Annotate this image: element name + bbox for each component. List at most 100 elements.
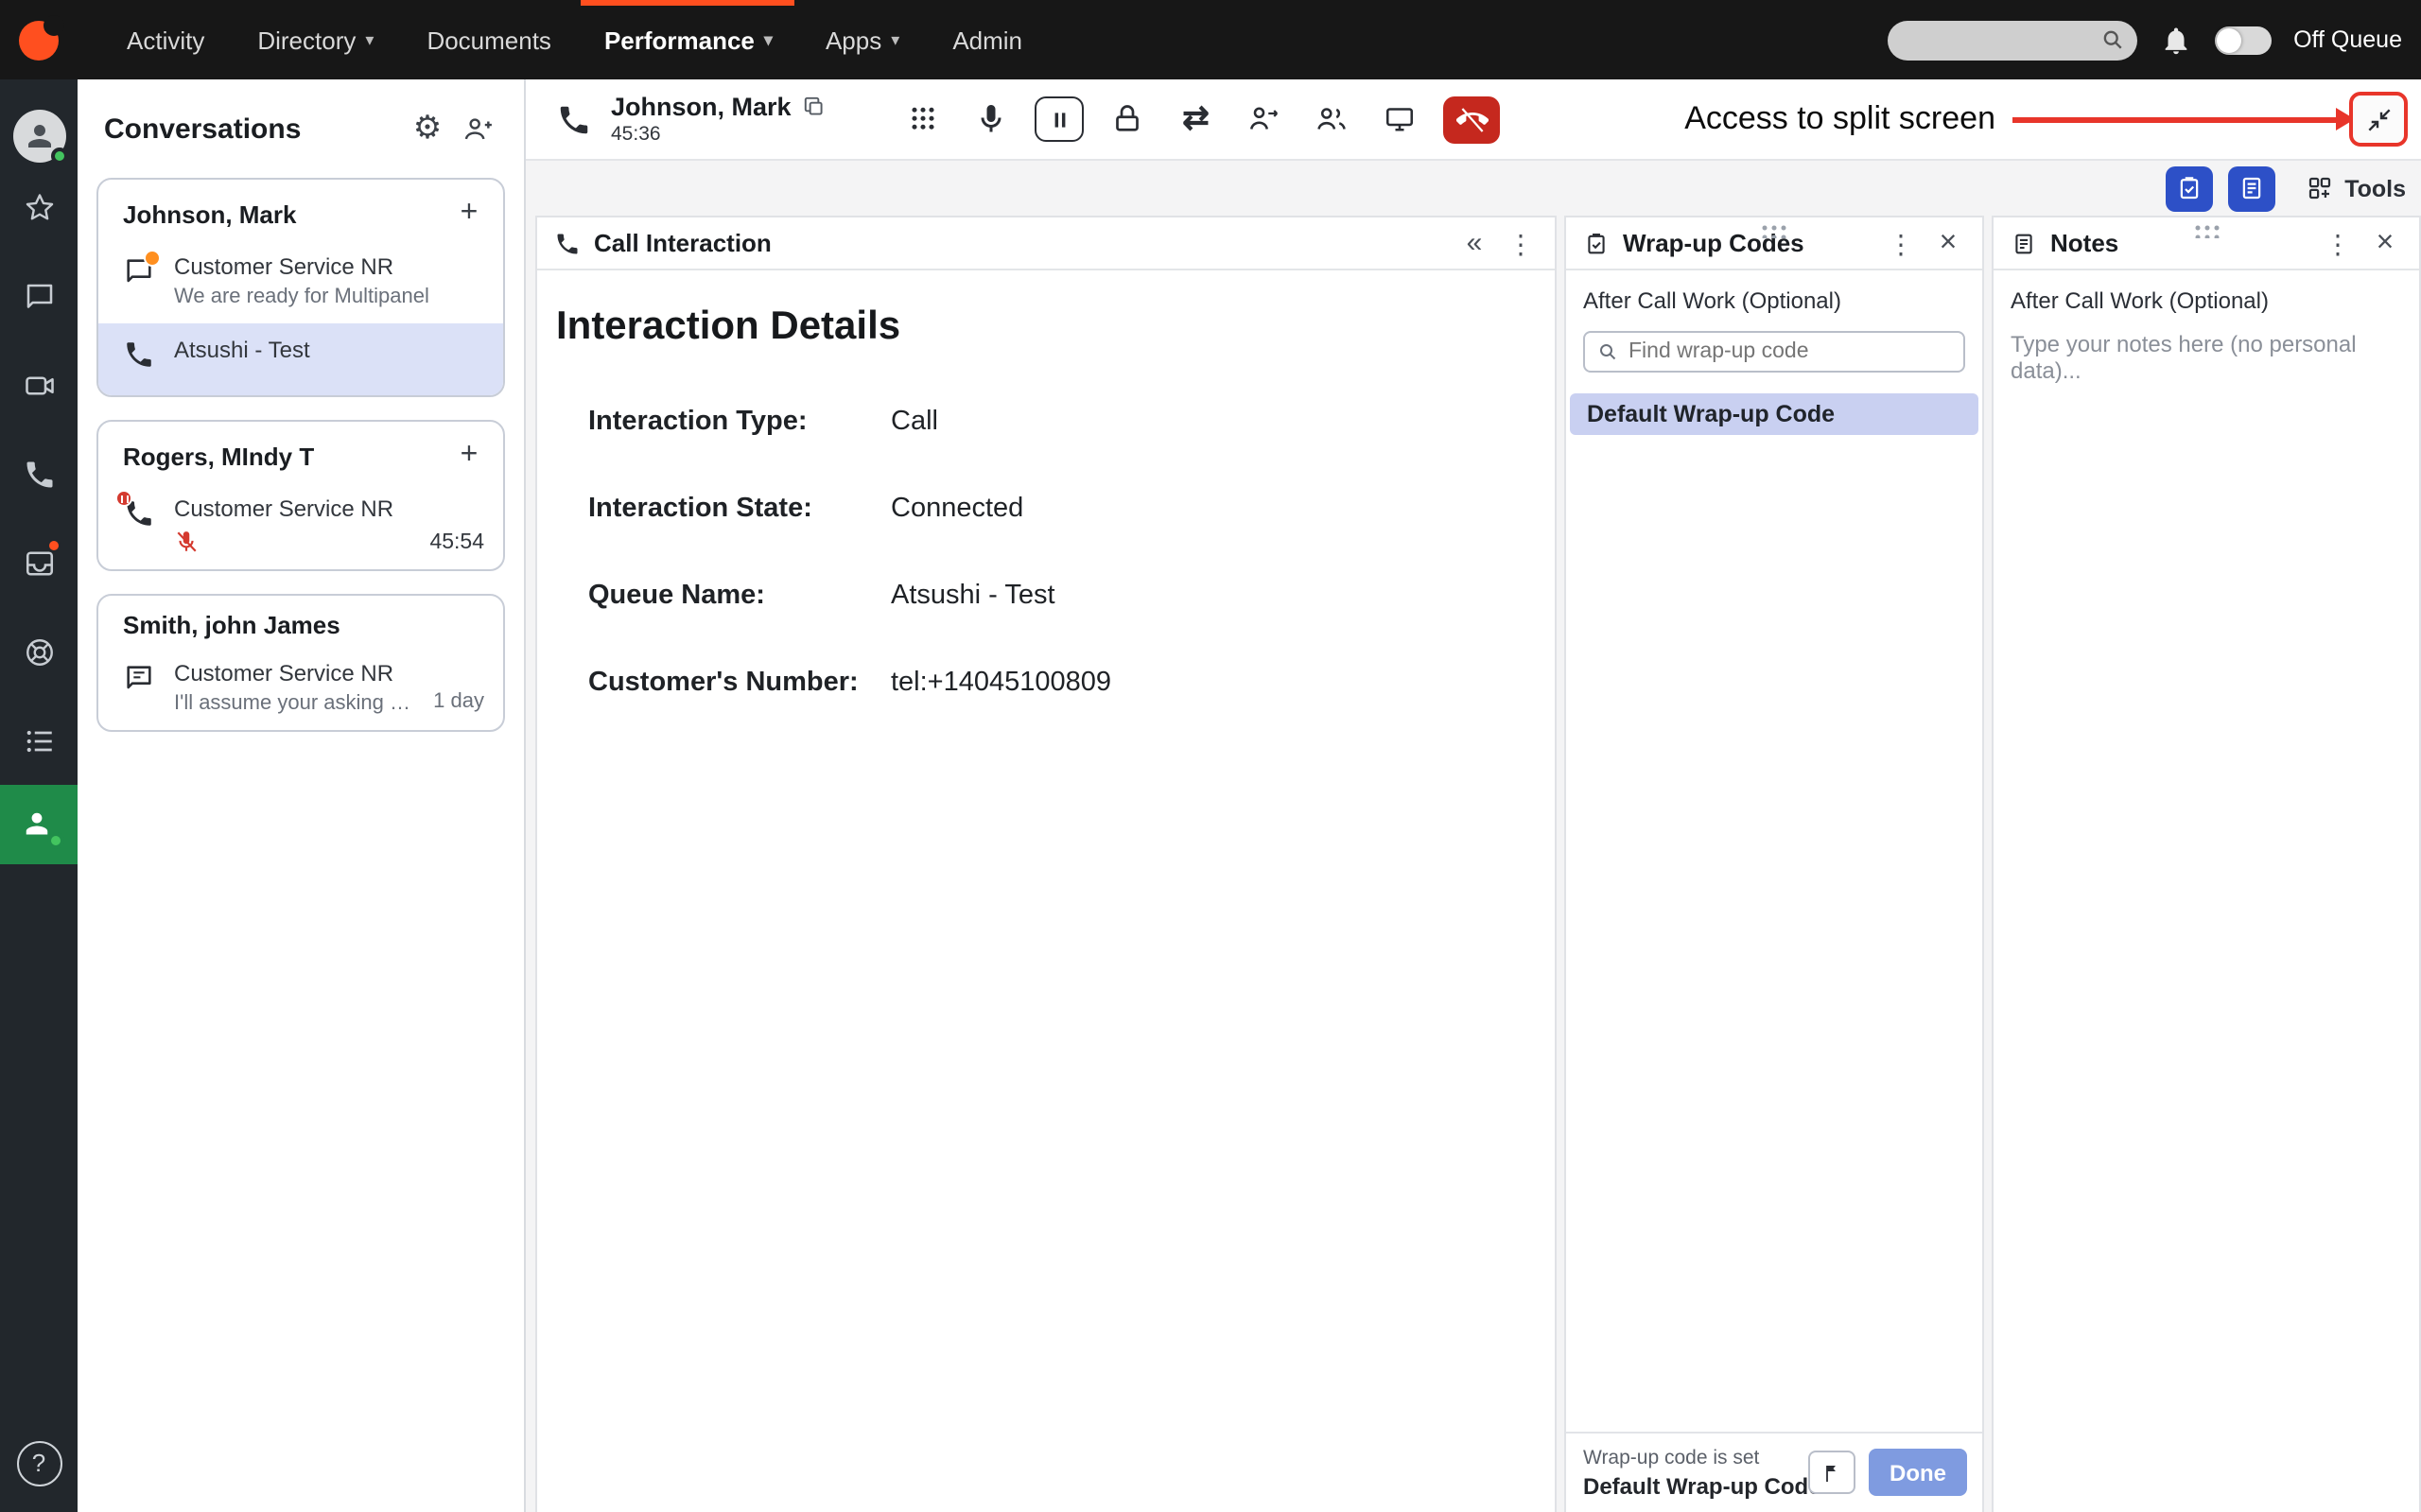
monitor-icon xyxy=(1384,102,1418,136)
rail-calls-button[interactable] xyxy=(0,429,78,518)
conversations-title: Conversations xyxy=(104,113,403,145)
message-icon xyxy=(123,255,155,297)
wrapup-search-input[interactable] xyxy=(1629,340,1952,363)
kebab-menu-icon[interactable]: ⋮ xyxy=(1884,224,1918,262)
rail-inbox-button[interactable] xyxy=(0,518,78,607)
conversation-card-smith: Smith, john James Customer Service NR I'… xyxy=(96,594,505,732)
call-control-bar: Johnson, Mark 45:36 xyxy=(526,79,2421,161)
panels-container: Call Interaction « ⋮ Interaction Details… xyxy=(526,216,2421,1512)
field-value: Call xyxy=(891,407,1536,437)
mute-button[interactable] xyxy=(967,95,1017,144)
video-icon xyxy=(22,368,56,402)
field-value: Atsushi - Test xyxy=(891,581,1536,611)
star-icon xyxy=(22,190,56,224)
interaction-details-body: Interaction Details Interaction Type: Ca… xyxy=(537,270,1555,698)
field-label: Interaction State: xyxy=(588,494,891,524)
add-person-icon[interactable] xyxy=(452,106,501,151)
add-interaction-button[interactable]: + xyxy=(450,195,488,233)
screen-share-button[interactable] xyxy=(1376,95,1425,144)
interaction-row-message[interactable]: Customer Service NR We are ready for Mul… xyxy=(98,240,503,323)
phone-icon xyxy=(22,457,56,491)
split-screen-button[interactable] xyxy=(2349,92,2408,147)
caller-name: Johnson, Mark xyxy=(611,93,792,121)
clipboard-check-icon xyxy=(2174,174,2203,202)
wrapup-search[interactable] xyxy=(1583,331,1965,373)
field-value: tel:+14045100809 xyxy=(891,668,1536,698)
nav-directory[interactable]: Directory▾ xyxy=(231,0,400,79)
interaction-details-heading: Interaction Details xyxy=(556,304,1536,350)
nav-activity-label: Activity xyxy=(127,26,204,54)
done-button[interactable]: Done xyxy=(1869,1449,1967,1496)
notifications-bell-icon[interactable] xyxy=(2159,24,2191,56)
user-avatar[interactable] xyxy=(12,110,65,163)
panel-title: Wrap-up Codes xyxy=(1623,229,1871,257)
close-icon[interactable]: × xyxy=(1931,224,1965,262)
nav-documents[interactable]: Documents xyxy=(400,0,578,79)
field-label: Queue Name: xyxy=(588,581,891,611)
conversation-name: Rogers, MIndy T xyxy=(123,442,450,470)
queue-status-toggle[interactable] xyxy=(2214,26,2271,54)
rail-support-button[interactable] xyxy=(0,607,78,696)
annotation-arrow xyxy=(2012,116,2338,122)
rail-queues-button[interactable] xyxy=(0,696,78,785)
secure-pause-button[interactable] xyxy=(1104,95,1153,144)
interaction-row-call-held[interactable]: Customer Service NR 45:54 xyxy=(98,482,503,569)
nav-admin[interactable]: Admin xyxy=(926,0,1049,79)
global-search-input[interactable] xyxy=(1909,26,2099,53)
rail-interactions-button[interactable] xyxy=(0,785,78,864)
person-arrows-icon xyxy=(1247,102,1281,136)
microphone-icon xyxy=(975,102,1009,136)
wrapup-codes-toggle-button[interactable] xyxy=(2165,165,2212,211)
flag-button[interactable] xyxy=(1808,1451,1855,1494)
copy-icon[interactable] xyxy=(803,95,827,119)
drag-handle-icon[interactable] xyxy=(2192,223,2221,238)
wrapup-selected-code: Default Wrap-up Code xyxy=(1583,1472,1795,1499)
wrapup-option-selected[interactable]: Default Wrap-up Code xyxy=(1570,393,1978,435)
after-call-work-label: After Call Work (Optional) xyxy=(2011,287,2402,314)
conversations-panel: Conversations ⚙ Johnson, Mark + Customer… xyxy=(78,79,526,1512)
kebab-menu-icon[interactable]: ⋮ xyxy=(2321,224,2355,262)
close-icon[interactable]: × xyxy=(2368,224,2402,262)
collapse-arrows-icon xyxy=(2363,104,2394,134)
chevron-down-icon: ▾ xyxy=(764,29,773,50)
flag-icon xyxy=(1820,1461,1843,1484)
kebab-menu-icon[interactable]: ⋮ xyxy=(1504,224,1538,262)
hold-button[interactable] xyxy=(1036,96,1085,142)
notes-toggle-button[interactable] xyxy=(2227,165,2274,211)
add-interaction-button[interactable]: + xyxy=(450,437,488,475)
message-icon xyxy=(123,662,155,704)
transfer-button[interactable]: ⇄ xyxy=(1172,95,1221,144)
field-value: Connected xyxy=(891,494,1536,524)
end-call-button[interactable] xyxy=(1444,96,1501,143)
help-button[interactable]: ? xyxy=(16,1440,61,1486)
nav-activity[interactable]: Activity xyxy=(100,0,231,79)
chevron-down-icon: ▾ xyxy=(365,29,374,50)
queue-name: Customer Service NR xyxy=(174,253,484,280)
rail-chat-button[interactable] xyxy=(0,252,78,340)
interaction-row-message[interactable]: Customer Service NR I'll assume your ask… xyxy=(98,647,503,730)
drag-handle-icon[interactable] xyxy=(1760,223,1788,238)
call-interaction-panel: Call Interaction « ⋮ Interaction Details… xyxy=(535,216,1557,1512)
conference-button[interactable] xyxy=(1308,95,1357,144)
annotation-text: Access to split screen xyxy=(1684,100,1995,138)
transfer-icon: ⇄ xyxy=(1182,100,1210,138)
call-duration: 45:36 xyxy=(611,123,827,146)
global-search[interactable] xyxy=(1887,20,2136,60)
left-icon-rail: ? xyxy=(0,79,78,1512)
dialpad-button[interactable] xyxy=(899,95,949,144)
notes-textarea[interactable] xyxy=(2011,331,2402,1495)
rail-video-button[interactable] xyxy=(0,340,78,429)
collapse-panel-button[interactable]: « xyxy=(1456,224,1490,262)
nav-performance[interactable]: Performance▾ xyxy=(578,0,799,79)
consult-button[interactable] xyxy=(1240,95,1289,144)
call-interaction-header: Call Interaction « ⋮ xyxy=(537,217,1555,270)
hold-badge xyxy=(115,490,132,507)
nav-apps[interactable]: Apps▾ xyxy=(799,0,926,79)
people-icon xyxy=(1315,102,1350,136)
settings-gear-icon[interactable]: ⚙ xyxy=(403,106,452,151)
phone-icon xyxy=(123,497,155,539)
presence-dot xyxy=(47,832,64,849)
tools-button[interactable]: Tools xyxy=(2305,174,2406,202)
rail-favorites-button[interactable] xyxy=(0,163,78,252)
interaction-row-call-selected[interactable]: Atsushi - Test xyxy=(98,323,503,395)
